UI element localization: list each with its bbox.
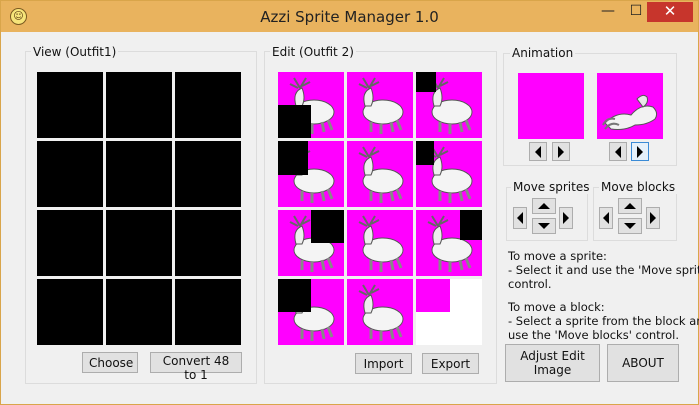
empty-area	[278, 105, 311, 138]
choose-button[interactable]: Choose	[82, 352, 138, 373]
app-window: ☺ Azzi Sprite Manager 1.0 — ☐ ✕ View (Ou…	[0, 0, 699, 405]
anim-view-prev-button[interactable]	[529, 142, 547, 161]
reindeer-sprite-icon	[358, 215, 404, 272]
animation-preview-edit	[597, 73, 663, 139]
anim-edit-next-button[interactable]	[631, 142, 649, 161]
title-bar[interactable]: ☺ Azzi Sprite Manager 1.0 — ☐ ✕	[1, 1, 698, 32]
adjust-edit-image-button[interactable]: Adjust Edit Image	[505, 344, 600, 382]
empty-area	[416, 141, 434, 165]
reindeer-sprite-icon	[358, 284, 404, 341]
right-arrow-icon	[558, 145, 564, 158]
animation-label: Animation	[510, 46, 576, 60]
view-grid-cell[interactable]	[106, 279, 172, 345]
help-block-line2: use the 'Move blocks' control.	[508, 328, 680, 342]
import-button[interactable]: Import	[355, 353, 412, 374]
left-arrow-icon	[535, 145, 541, 158]
about-button[interactable]: ABOUT	[607, 344, 679, 382]
maximize-button[interactable]: ☐	[622, 2, 650, 22]
edit-panel-label: Edit (Outfit 2)	[270, 45, 356, 59]
left-arrow-icon	[517, 212, 523, 224]
right-arrow-icon	[650, 212, 656, 224]
view-panel-label: View (Outfit1)	[31, 45, 119, 59]
move-block-up-button[interactable]	[618, 198, 642, 214]
empty-area	[416, 72, 436, 92]
help-sprite-line1: - Select it and use the 'Move sprites'	[508, 263, 699, 277]
edit-grid-cell[interactable]	[347, 210, 413, 276]
view-grid-cell[interactable]	[106, 141, 172, 207]
view-grid-cell[interactable]	[175, 279, 241, 345]
close-button[interactable]: ✕	[647, 2, 693, 22]
view-grid-cell[interactable]	[37, 210, 103, 276]
view-grid-cell[interactable]	[175, 72, 241, 138]
up-arrow-icon	[624, 203, 636, 209]
edit-grid-cell[interactable]	[416, 141, 482, 207]
reindeer-sprite-icon	[602, 94, 658, 130]
edit-grid-cell[interactable]	[278, 72, 344, 138]
edit-grid-cell[interactable]	[278, 141, 344, 207]
move-block-down-button[interactable]	[618, 218, 642, 234]
empty-area	[278, 141, 308, 175]
edit-grid-cell[interactable]	[278, 210, 344, 276]
edit-grid-cell[interactable]	[278, 279, 344, 345]
left-arrow-icon	[603, 212, 609, 224]
minimize-button[interactable]: —	[594, 2, 622, 22]
right-arrow-icon	[637, 145, 643, 158]
client-area: View (Outfit1) Choose Convert 48 to 1 Ed…	[9, 32, 699, 399]
empty-area	[311, 210, 344, 243]
help-block-title: To move a block:	[508, 300, 605, 314]
reindeer-sprite-icon	[358, 146, 404, 203]
view-grid-cell[interactable]	[106, 72, 172, 138]
animation-preview-view	[518, 73, 584, 139]
move-sprite-left-button[interactable]	[513, 207, 527, 229]
move-sprite-right-button[interactable]	[559, 207, 573, 229]
view-grid-cell[interactable]	[175, 210, 241, 276]
help-block-line1: - Select a sprite from the block and	[508, 314, 699, 328]
move-sprites-label: Move sprites	[511, 180, 592, 194]
view-grid-cell[interactable]	[37, 141, 103, 207]
move-sprite-down-button[interactable]	[532, 218, 556, 234]
move-sprite-up-button[interactable]	[532, 198, 556, 214]
empty-area	[460, 210, 482, 240]
edit-grid-cell[interactable]	[347, 141, 413, 207]
reindeer-sprite-icon	[358, 77, 404, 134]
anim-view-next-button[interactable]	[552, 142, 570, 161]
down-arrow-icon	[624, 223, 636, 229]
edit-grid-cell[interactable]	[347, 279, 413, 345]
anim-edit-prev-button[interactable]	[609, 142, 627, 161]
help-sprite-line2: control.	[508, 277, 552, 291]
convert-48-to-1-button[interactable]: Convert 48 to 1	[150, 352, 242, 382]
right-arrow-icon	[563, 212, 569, 224]
view-grid-cell[interactable]	[175, 141, 241, 207]
edit-grid-cell[interactable]	[416, 210, 482, 276]
export-button[interactable]: Export	[422, 353, 479, 374]
left-arrow-icon	[615, 145, 621, 158]
up-arrow-icon	[538, 203, 550, 209]
move-blocks-label: Move blocks	[599, 180, 678, 194]
edit-grid-cell[interactable]	[416, 72, 482, 138]
empty-area	[278, 279, 311, 312]
down-arrow-icon	[538, 223, 550, 229]
move-block-right-button[interactable]	[646, 207, 660, 229]
edit-grid-cell[interactable]	[416, 279, 482, 345]
help-sprite-title: To move a sprite:	[508, 249, 607, 263]
view-grid-cell[interactable]	[37, 279, 103, 345]
view-grid-cell[interactable]	[106, 210, 172, 276]
sprite-fragment	[416, 279, 450, 312]
edit-grid-cell[interactable]	[347, 72, 413, 138]
view-grid-cell[interactable]	[37, 72, 103, 138]
move-block-left-button[interactable]	[599, 207, 613, 229]
